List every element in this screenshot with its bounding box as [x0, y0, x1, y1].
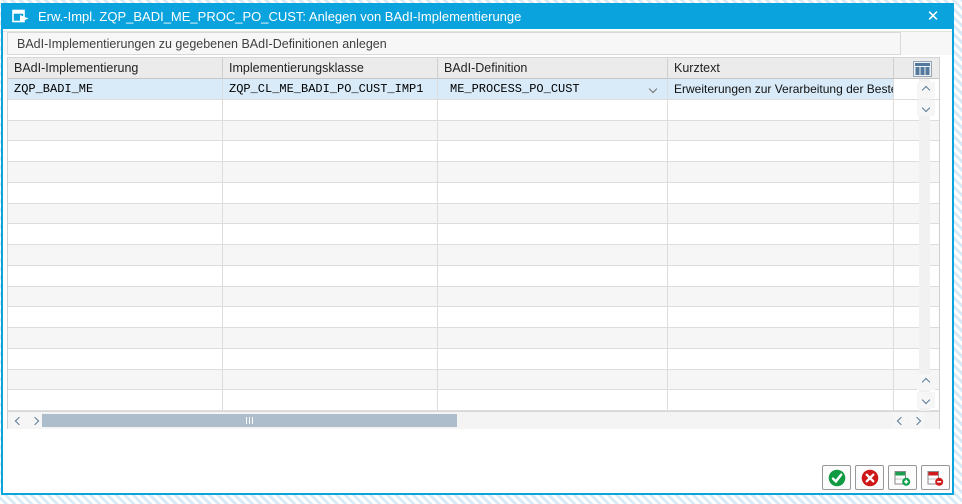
- horizontal-scrollbar[interactable]: [8, 411, 939, 429]
- close-icon[interactable]: ✕: [923, 6, 943, 26]
- table-insert-row-icon: [894, 470, 911, 486]
- table-row-empty[interactable]: [8, 307, 939, 328]
- badi-table: BAdI-Implementierung Implementierungskla…: [7, 57, 940, 429]
- scroll-left-icon[interactable]: [11, 413, 26, 428]
- cell-kurztext[interactable]: Erweiterungen zur Verarbeitung der Beste…: [668, 79, 894, 99]
- scroll-down-bottom-icon[interactable]: [917, 392, 935, 408]
- table-delete-row-icon: [927, 470, 944, 486]
- cell-badi-definition[interactable]: ME_PROCESS_PO_CUST: [438, 79, 668, 99]
- footer-toolbar: [822, 465, 950, 490]
- subtitle-strip: BAdI-Implementierungen zu gegebenen BAdI…: [3, 31, 952, 55]
- vertical-scrollbar-track[interactable]: [919, 79, 930, 411]
- table-row-empty[interactable]: [8, 287, 939, 308]
- scroll-right-right-icon[interactable]: [909, 413, 924, 428]
- dropdown-chevron-icon[interactable]: [649, 85, 657, 93]
- horizontal-scrollbar-thumb[interactable]: [42, 414, 457, 427]
- table-settings-icon[interactable]: [912, 60, 933, 78]
- dialog-subtitle: BAdI-Implementierungen zu gegebenen BAdI…: [7, 32, 901, 55]
- column-header-badi-implementierung[interactable]: BAdI-Implementierung: [8, 58, 223, 78]
- table-row-empty[interactable]: [8, 224, 939, 245]
- table-row-empty[interactable]: [8, 204, 939, 225]
- table-row-empty[interactable]: [8, 100, 939, 121]
- table-row-empty[interactable]: [8, 349, 939, 370]
- table-row-empty[interactable]: [8, 141, 939, 162]
- badi-create-dialog: Erw.-Impl. ZQP_BADI_ME_PROC_PO_CUST: Anl…: [1, 3, 954, 495]
- column-header-badi-definition[interactable]: BAdI-Definition: [438, 58, 668, 78]
- column-header-implementierungsklasse[interactable]: Implementierungsklasse: [223, 58, 438, 78]
- cancel-button[interactable]: [855, 465, 884, 490]
- table-row-empty[interactable]: [8, 328, 939, 349]
- table-row-empty[interactable]: [8, 266, 939, 287]
- scroll-down-icon[interactable]: [917, 100, 935, 116]
- table-row-empty[interactable]: [8, 245, 939, 266]
- table-row-empty[interactable]: [8, 390, 939, 411]
- confirm-button[interactable]: [822, 465, 851, 490]
- insert-row-button[interactable]: [888, 465, 917, 490]
- dialog-window-icon: [12, 9, 30, 23]
- cell-implementierungsklasse[interactable]: ZQP_CL_ME_BADI_PO_CUST_IMP1: [223, 79, 438, 99]
- green-check-icon: [828, 469, 846, 487]
- dialog-titlebar: Erw.-Impl. ZQP_BADI_ME_PROC_PO_CUST: Anl…: [3, 3, 952, 29]
- table-row-empty[interactable]: [8, 370, 939, 391]
- cell-badi-implementierung[interactable]: ZQP_BADI_ME: [8, 79, 223, 99]
- scroll-left-right-icon[interactable]: [893, 413, 908, 428]
- delete-row-button[interactable]: [921, 465, 950, 490]
- column-header-kurztext[interactable]: Kurztext: [668, 58, 894, 78]
- table-row-selected[interactable]: ZQP_BADI_ME ZQP_CL_ME_BADI_PO_CUST_IMP1 …: [8, 79, 939, 100]
- table-rows: ZQP_BADI_ME ZQP_CL_ME_BADI_PO_CUST_IMP1 …: [8, 79, 939, 411]
- table-row-empty[interactable]: [8, 121, 939, 142]
- scroll-up-bottom-icon[interactable]: [917, 374, 935, 390]
- dialog-title: Erw.-Impl. ZQP_BADI_ME_PROC_PO_CUST: Anl…: [38, 9, 521, 24]
- table-row-empty[interactable]: [8, 183, 939, 204]
- table-header-row: BAdI-Implementierung Implementierungskla…: [8, 57, 939, 79]
- scroll-right-icon[interactable]: [27, 413, 42, 428]
- scroll-up-icon[interactable]: [917, 82, 935, 98]
- red-x-icon: [861, 469, 879, 487]
- table-row-empty[interactable]: [8, 162, 939, 183]
